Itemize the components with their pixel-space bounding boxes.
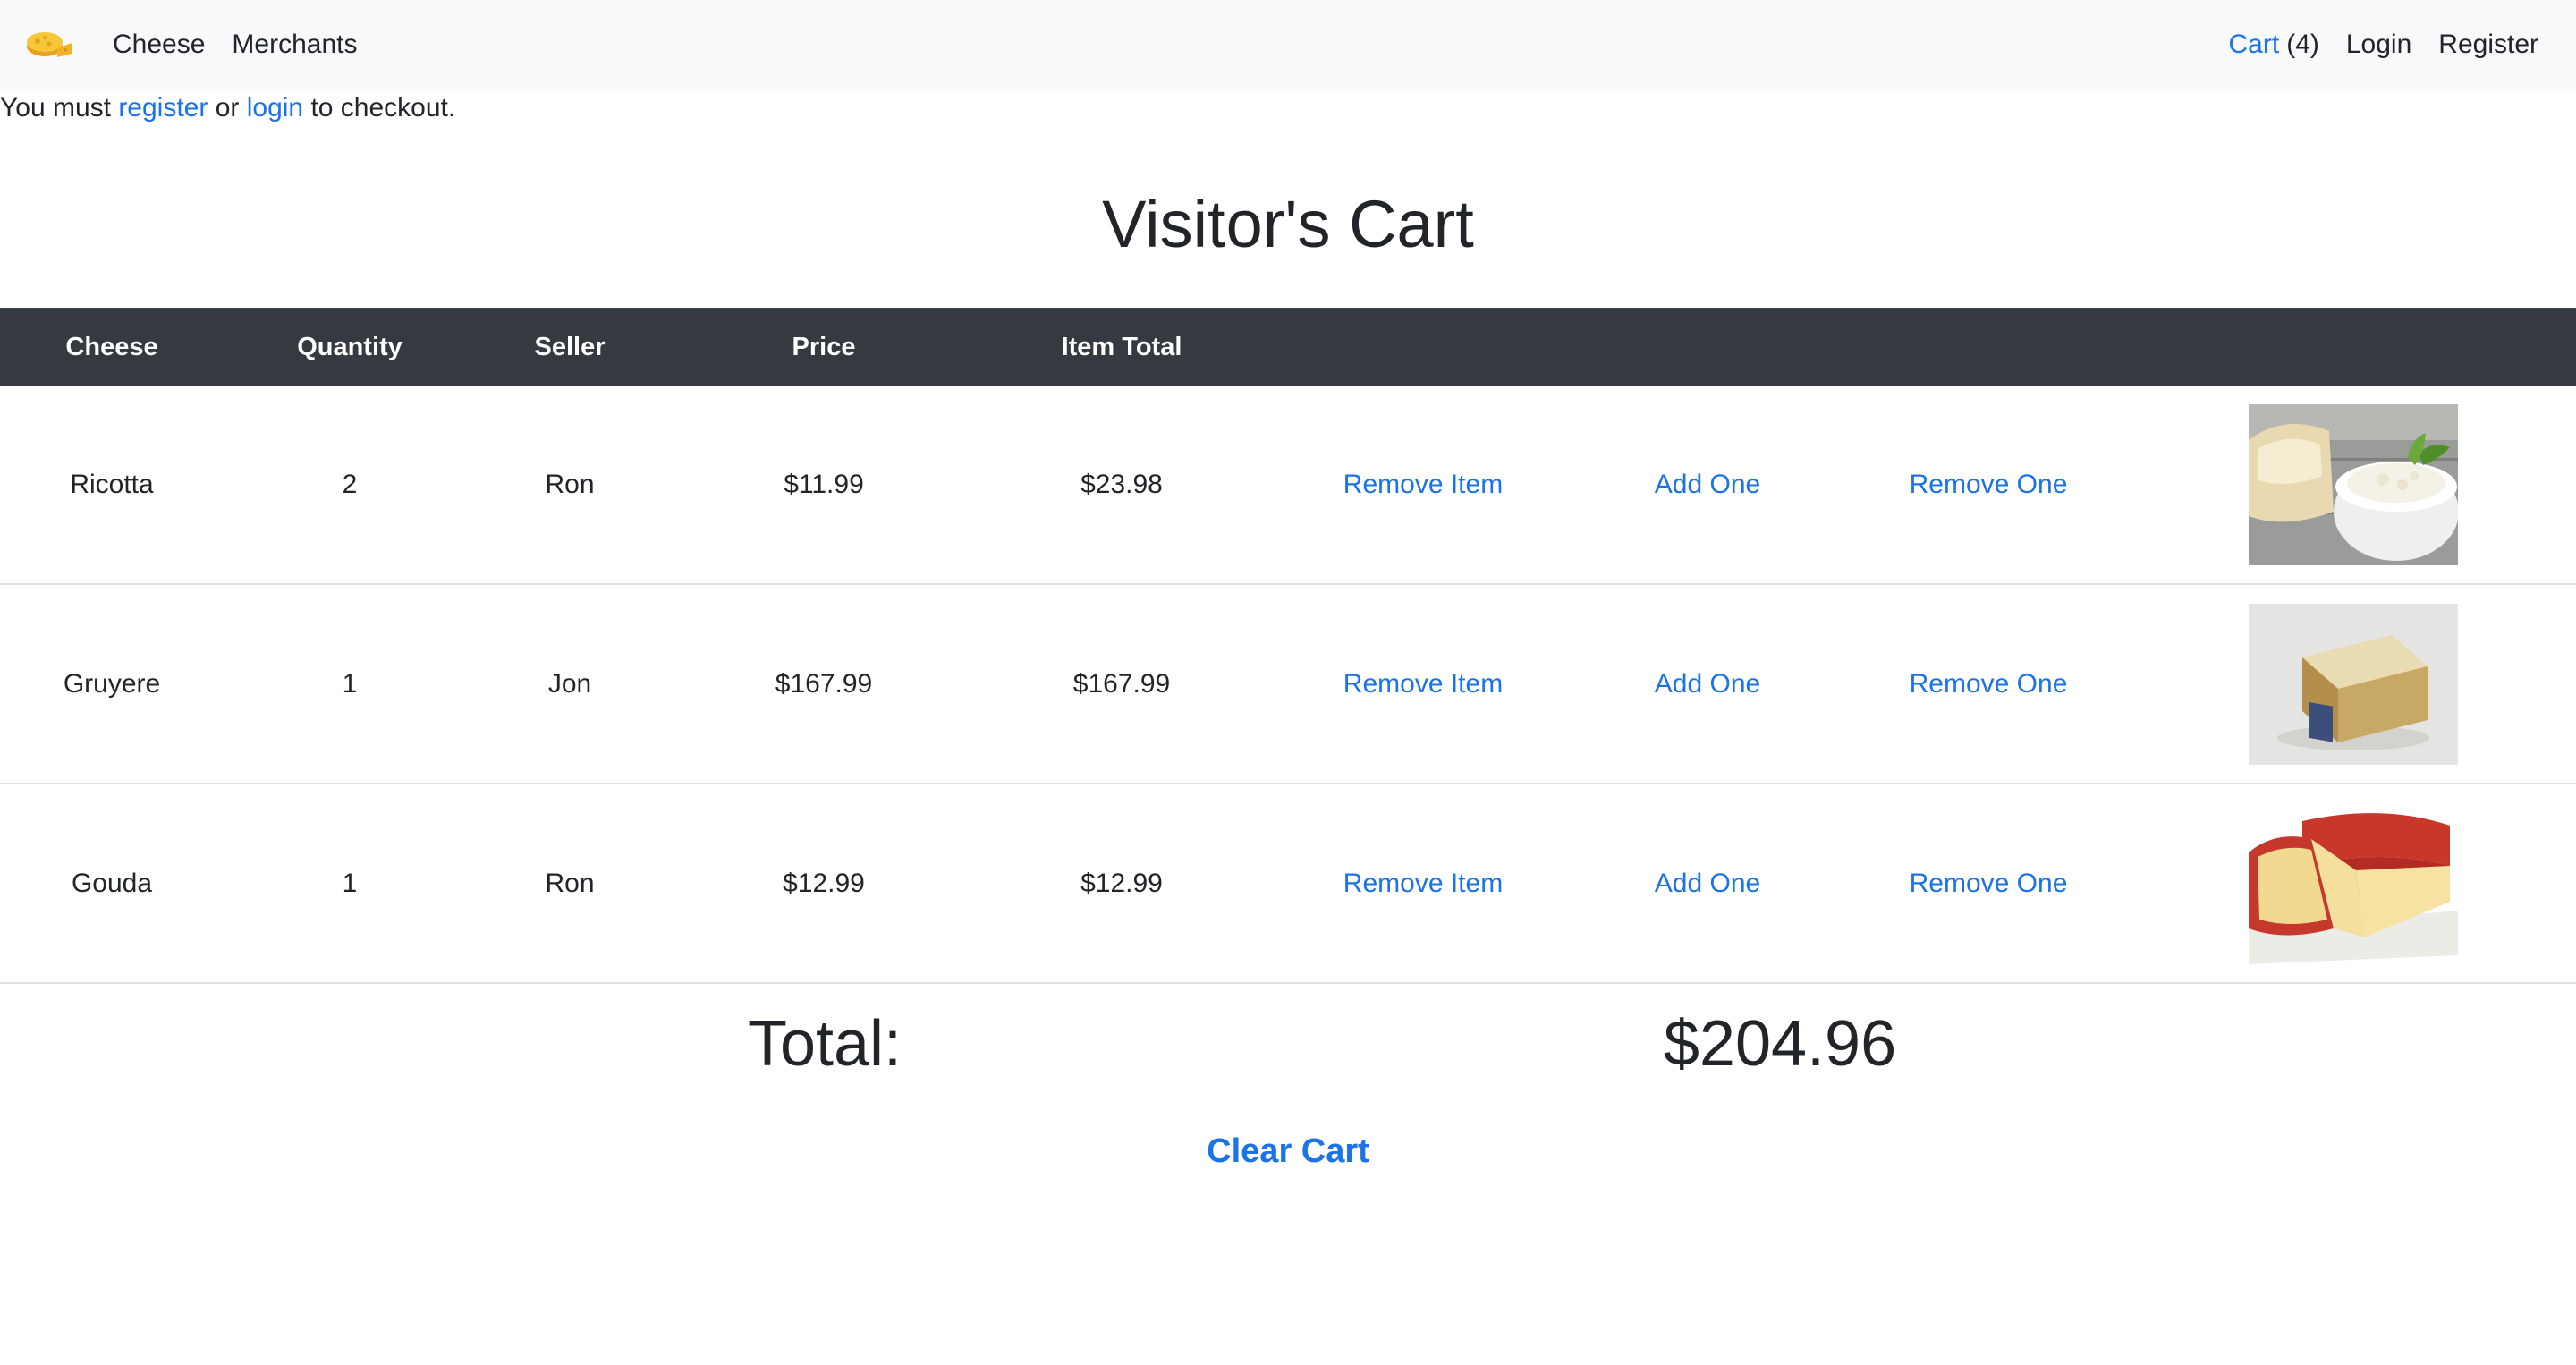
remove-item-button[interactable]: Remove Item (1343, 869, 1503, 898)
nav-link-register[interactable]: Register (2438, 30, 2538, 60)
table-row: Gouda 1 Ron $12.99 $12.99 Remove Item Ad… (0, 784, 2576, 984)
remove-one-button[interactable]: Remove One (1910, 669, 2068, 699)
cell-item-total: $167.99 (984, 584, 1259, 784)
header-price: Price (664, 308, 984, 386)
nav-link-login[interactable]: Login (2346, 30, 2411, 60)
cell-seller: Ron (476, 386, 664, 585)
notice-register-link[interactable]: register (118, 93, 208, 123)
header-empty (2148, 308, 2576, 386)
cell-price: $11.99 (664, 386, 984, 585)
cell-quantity: 1 (224, 584, 476, 784)
cell-seller: Ron (476, 784, 664, 984)
notice-prefix: You must (0, 93, 119, 123)
clear-cart-button[interactable]: Clear Cart (1207, 1132, 1369, 1170)
remove-one-button[interactable]: Remove One (1910, 470, 2068, 499)
remove-item-button[interactable]: Remove Item (1343, 669, 1503, 699)
gruyere-photo (2249, 603, 2458, 765)
cell-price: $12.99 (664, 784, 984, 984)
table-row: Ricotta 2 Ron $11.99 $23.98 Remove Item … (0, 386, 2576, 585)
cell-quantity: 2 (224, 386, 476, 585)
header-quantity: Quantity (224, 308, 476, 386)
table-row: Gruyere 1 Jon $167.99 $167.99 Remove Ite… (0, 584, 2576, 784)
header-item-total: Item Total (984, 308, 1259, 386)
notice-middle: or (208, 93, 247, 123)
total-label: Total: (747, 1008, 902, 1080)
cell-cheese: Gouda (0, 784, 224, 984)
nav-right: Cart (4) Login Register (2229, 0, 2538, 89)
cell-quantity: 1 (224, 784, 476, 984)
nav-link-merchants[interactable]: Merchants (232, 30, 357, 60)
remove-item-button[interactable]: Remove Item (1343, 470, 1503, 499)
clear-cart-container: Clear Cart (0, 1132, 2576, 1171)
page-title: Visitor's Cart (1102, 187, 1474, 261)
nav-left: Cheese Merchants (113, 0, 357, 89)
header-cheese: Cheese (0, 308, 224, 386)
notice-login-link[interactable]: login (247, 93, 303, 123)
total-value: $204.96 (1663, 1008, 1897, 1080)
add-one-button[interactable]: Add One (1655, 470, 1760, 499)
add-one-button[interactable]: Add One (1655, 669, 1760, 699)
gouda-photo (2249, 802, 2458, 964)
cart-table: Cheese Quantity Seller Price Item Total … (0, 308, 2576, 984)
header-seller: Seller (476, 308, 664, 386)
header-empty (1259, 308, 1587, 386)
cart-count-badge: (4) (2286, 30, 2319, 59)
cell-cheese: Ricotta (0, 386, 224, 585)
table-header-row: Cheese Quantity Seller Price Item Total (0, 308, 2576, 386)
cell-cheese: Gruyere (0, 584, 224, 784)
nav-link-cheese[interactable]: Cheese (113, 30, 205, 60)
cell-price: $167.99 (664, 584, 984, 784)
cheese-logo-icon[interactable] (25, 25, 73, 61)
header-empty (1587, 308, 1828, 386)
checkout-notice: You must register or login to checkout. (0, 93, 455, 123)
ricotta-photo (2249, 403, 2458, 565)
navbar: Cheese Merchants Cart (4) Login Register (0, 0, 2576, 89)
cell-item-total: $12.99 (984, 784, 1259, 984)
add-one-button[interactable]: Add One (1655, 869, 1760, 898)
notice-suffix: to checkout. (303, 93, 456, 123)
cell-seller: Jon (476, 584, 664, 784)
header-empty (1828, 308, 2148, 386)
remove-one-button[interactable]: Remove One (1910, 869, 2068, 898)
nav-link-cart[interactable]: Cart (2229, 30, 2280, 59)
nav-cart[interactable]: Cart (4) (2229, 30, 2319, 60)
cell-item-total: $23.98 (984, 386, 1259, 585)
